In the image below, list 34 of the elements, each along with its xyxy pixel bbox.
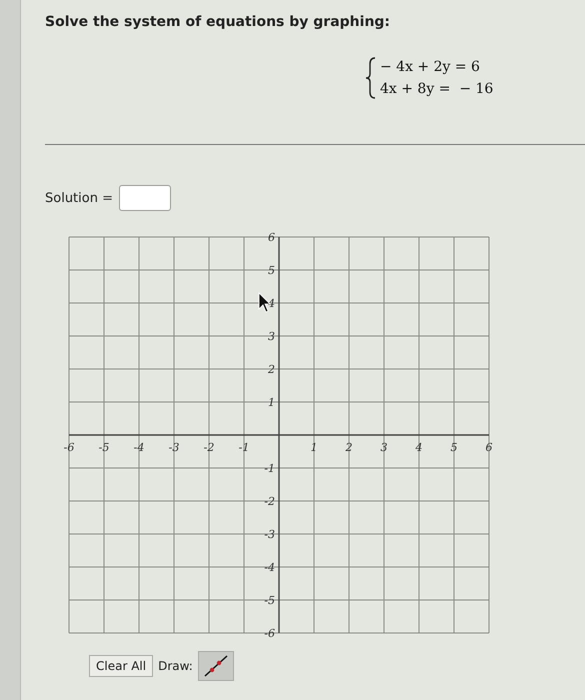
tick-label: 5 xyxy=(450,441,458,454)
brace-icon xyxy=(365,56,377,100)
solution-label: Solution = xyxy=(45,190,113,206)
line-tool-button[interactable] xyxy=(198,651,234,681)
tick-label: 3 xyxy=(268,330,275,343)
tick-label: 4 xyxy=(416,441,422,454)
draw-label: Draw: xyxy=(158,659,193,673)
coordinate-grid[interactable]: -6 -5 -4 -3 -2 -1 1 2 3 4 5 6 6 5 4 3 2 1 -1 -2 -3 -4 -5 -6 xyxy=(57,227,507,647)
tick-label: 1 xyxy=(310,441,318,454)
tick-label: 4 xyxy=(268,297,275,310)
tick-label: -5 xyxy=(98,441,110,454)
tick-label: 5 xyxy=(268,264,275,277)
equation: 4x + 8y = − 16 xyxy=(380,80,494,99)
tick-label: -5 xyxy=(264,594,275,607)
tick-label: -6 xyxy=(64,441,74,454)
clear-all-button[interactable]: Clear All xyxy=(89,655,154,677)
tick-label: -2 xyxy=(264,495,275,508)
tick-label: -6 xyxy=(264,627,275,640)
tick-label: 6 xyxy=(486,441,492,454)
tick-label: 2 xyxy=(346,441,352,454)
tick-label: -3 xyxy=(264,528,275,541)
tick-label: -1 xyxy=(264,462,275,475)
tick-label: 3 xyxy=(380,441,388,454)
question-prompt: Solve the system of equations by graphing: xyxy=(45,14,392,30)
tick-label: -4 xyxy=(134,441,144,454)
tick-label: 2 xyxy=(268,363,275,376)
tick-label: 6 xyxy=(268,231,275,244)
solution-field[interactable] xyxy=(118,185,171,211)
equation: − 4x + 2y = 6 xyxy=(380,58,481,77)
tick-label: -2 xyxy=(204,441,214,454)
tick-label: -4 xyxy=(264,561,275,574)
tick-label: -1 xyxy=(238,441,250,454)
tick-label: 1 xyxy=(268,396,275,409)
tick-label: -3 xyxy=(168,441,180,454)
